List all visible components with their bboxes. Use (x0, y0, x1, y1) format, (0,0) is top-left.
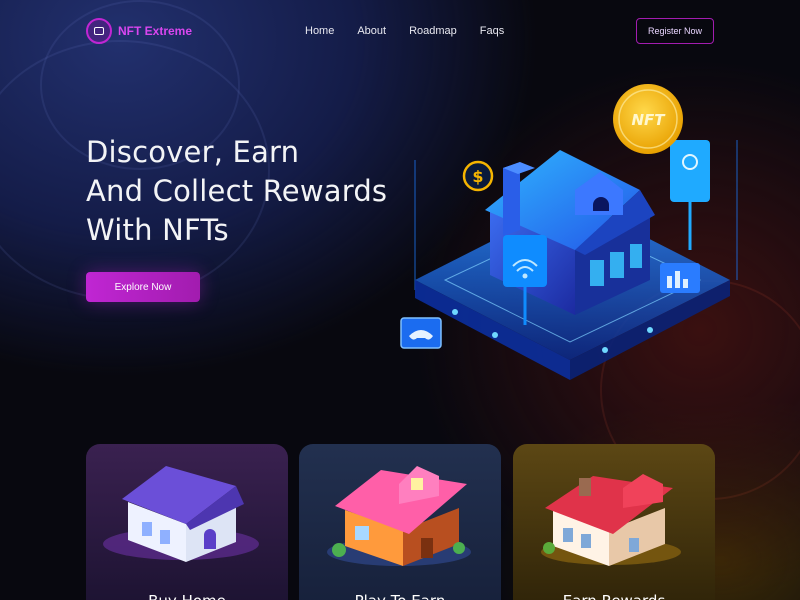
dollar-symbol: $ (472, 167, 483, 186)
feature-cards: Buy Home Play To Earn (86, 444, 715, 600)
card-title: Buy Home (86, 592, 288, 600)
logo-text: NFT Extreme (118, 24, 193, 38)
logo[interactable]: NFT Extreme (86, 18, 192, 44)
nav-link-home[interactable]: Home (305, 25, 334, 37)
pink-house-icon (327, 466, 471, 566)
red-house-icon (541, 474, 681, 566)
card-title: Earn Rewards (513, 592, 715, 600)
hero-title-line: And Collect Rewards (86, 174, 388, 208)
logo-icon (86, 18, 112, 44)
register-button[interactable]: Register Now (636, 18, 714, 44)
hero-title-line: With NFTs (86, 213, 229, 247)
isometric-house-illustration (400, 140, 738, 380)
feature-card-play-to-earn[interactable]: Play To Earn (299, 444, 501, 600)
coin-label: NFT (631, 111, 666, 129)
navbar: NFT Extreme Home About Roadmap Faqs Regi… (0, 0, 800, 64)
feature-card-buy-home[interactable]: Buy Home (86, 444, 288, 600)
hero-title: Discover, Earn And Collect Rewards With … (86, 133, 416, 250)
purple-house-icon (103, 466, 259, 562)
nav-link-roadmap[interactable]: Roadmap (409, 25, 457, 37)
hero-title-line: Discover, Earn (86, 135, 300, 169)
nft-coin-icon: NFT (613, 84, 683, 154)
card-title: Play To Earn (299, 592, 501, 600)
explore-button[interactable]: Explore Now (86, 272, 200, 302)
feature-card-earn-rewards[interactable]: Earn Rewards (513, 444, 715, 600)
nav-link-faqs[interactable]: Faqs (480, 25, 504, 37)
nav-link-about[interactable]: About (357, 25, 386, 37)
dollar-coin-icon: $ (462, 160, 494, 192)
hero-illustration: NFT $ (395, 80, 745, 390)
nav-links: Home About Roadmap Faqs (305, 25, 504, 37)
